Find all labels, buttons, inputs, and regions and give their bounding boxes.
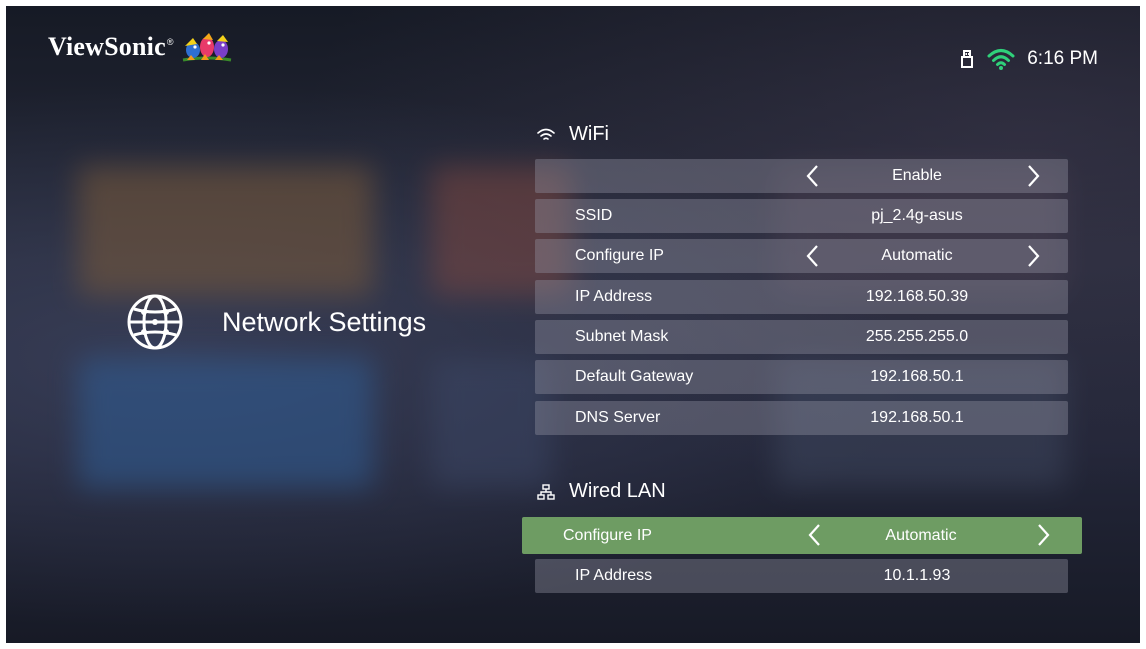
background-tile [431,358,551,488]
globe-icon [127,294,183,350]
row-value: 10.1.1.93 [883,567,951,584]
wifi-dns-server-row[interactable]: DNS Server 192.168.50.1 [535,401,1068,435]
row-label: IP Address [575,567,653,584]
row-label: Default Gateway [575,368,694,385]
row-value: pj_2.4g-asus [871,207,963,224]
row-label: SSID [575,207,613,224]
row-value: 255.255.255.0 [865,328,969,345]
brand-logo: ViewSonic ® [48,26,233,68]
projector-screen: ViewSonic ® 6:16 PM Network Settings WiF… [6,6,1140,643]
wifi-section-label: WiFi [569,123,609,145]
wired-lan-section-title: Wired LAN [537,480,666,503]
network-settings-heading: Network Settings [126,293,426,351]
row-label: IP Address [575,288,653,305]
wifi-configure-ip-row[interactable]: Configure IP Automatic [535,239,1068,273]
wifi-status-icon [987,49,1015,70]
wifi-enable-row[interactable]: Enable [535,159,1068,193]
lan-icon [537,483,555,500]
wifi-default-gateway-row[interactable]: Default Gateway 192.168.50.1 [535,360,1068,394]
row-value: 192.168.50.39 [865,288,969,305]
chevron-right-icon[interactable] [1022,164,1044,188]
row-label: Subnet Mask [575,328,669,345]
row-label: Configure IP [563,527,652,544]
brand-name: ViewSonic [48,32,166,61]
brand-registered-mark: ® [166,37,174,47]
row-label: Configure IP [575,247,664,264]
wifi-section-title: WiFi [537,123,609,146]
usb-icon [961,50,974,68]
wifi-icon [537,128,555,140]
lan-ip-address-row[interactable]: IP Address 10.1.1.93 [535,559,1068,593]
row-value: Automatic [881,247,953,264]
background-tile [78,358,373,488]
clock: 6:16 PM [1027,48,1098,69]
row-value: 192.168.50.1 [870,409,964,426]
wired-lan-section-label: Wired LAN [569,480,666,502]
row-value: Enable [892,167,942,184]
chevron-right-icon[interactable] [1032,523,1054,547]
lan-configure-ip-row[interactable]: Configure IP Automatic [522,517,1082,554]
row-value: 192.168.50.1 [870,368,964,385]
background-tile [78,166,373,296]
page-title: Network Settings [222,306,427,337]
status-bar: 6:16 PM [959,44,1098,74]
row-value: Automatic [885,527,957,544]
wifi-subnet-mask-row[interactable]: Subnet Mask 255.255.255.0 [535,320,1068,354]
wifi-ssid-row[interactable]: SSID pj_2.4g-asus [535,199,1068,233]
chevron-right-icon[interactable] [1022,244,1044,268]
wifi-ip-address-row[interactable]: IP Address 192.168.50.39 [535,280,1068,314]
row-label: DNS Server [575,409,661,426]
birds-logo-icon [183,33,232,62]
